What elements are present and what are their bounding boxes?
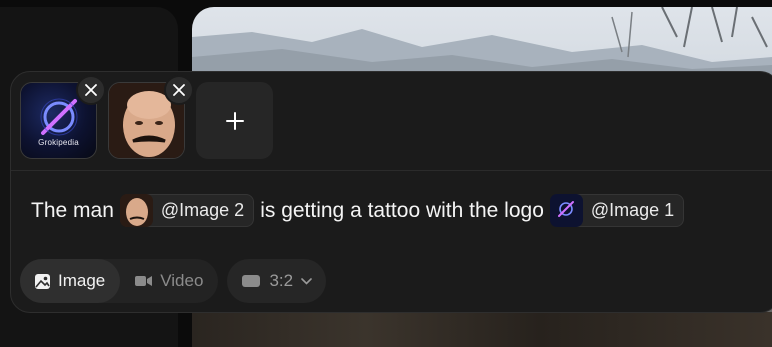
attachment-image-1[interactable]: Grokipedia	[20, 75, 106, 159]
image-icon	[35, 273, 50, 289]
mode-toggle: Image Video	[20, 259, 219, 303]
add-attachment-button[interactable]	[196, 82, 273, 159]
background-image-bottom	[192, 312, 772, 347]
close-icon	[85, 84, 97, 96]
mention-label: @Image 1	[590, 200, 675, 220]
close-icon	[173, 84, 185, 96]
prompt-composer: Grokipedia The man @Image 2 is getting a…	[10, 71, 772, 313]
aspect-ratio-icon	[242, 275, 261, 287]
video-icon	[135, 276, 153, 286]
plus-icon	[225, 111, 244, 130]
mode-image-button[interactable]: Image	[20, 259, 121, 303]
mention-label: @Image 2	[160, 200, 245, 220]
mention-thumbnail	[549, 193, 583, 227]
mode-video-button[interactable]: Video	[120, 259, 218, 303]
mode-image-label: Image	[58, 271, 106, 290]
remove-attachment-2-button[interactable]	[164, 75, 194, 105]
mode-video-label: Video	[160, 271, 204, 290]
chevron-down-icon	[301, 277, 312, 285]
mention-chip-image-1[interactable]: @Image 1	[549, 193, 685, 227]
prompt-text: is getting a tattoo with the logo	[260, 198, 544, 222]
prompt-text: The man	[31, 198, 114, 222]
mention-thumbnail	[119, 193, 153, 227]
aspect-ratio-dropdown[interactable]: 3:2	[227, 259, 327, 303]
divider	[11, 170, 772, 171]
attachment-list: Grokipedia	[20, 75, 273, 160]
composer-controls: Image Video 3:2	[20, 259, 327, 303]
aspect-ratio-value: 3:2	[269, 271, 294, 290]
prompt-input[interactable]: The man @Image 2 is getting a tattoo wit…	[31, 193, 690, 227]
remove-attachment-1-button[interactable]	[76, 75, 106, 105]
attachment-image-2[interactable]	[108, 75, 194, 159]
attachment-caption: Grokipedia	[38, 138, 79, 147]
mention-chip-image-2[interactable]: @Image 2	[119, 193, 255, 227]
